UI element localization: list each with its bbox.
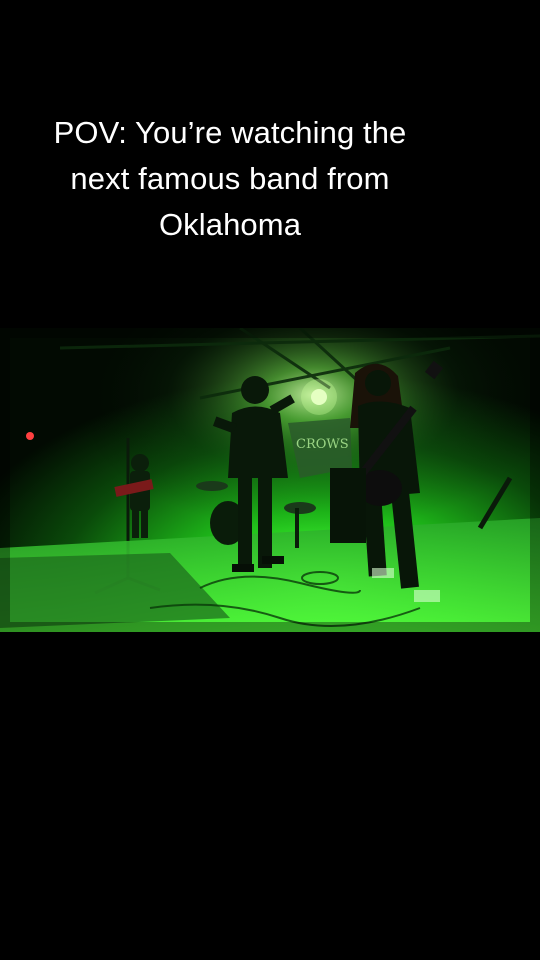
caption-line-3: Oklahoma	[158, 207, 302, 242]
caption-line-2: next famous band from	[70, 161, 390, 196]
caption-line-1: POV: You’re watching the	[53, 115, 407, 150]
svg-text:CROWS: CROWS	[296, 437, 349, 452]
concert-scene-image: CROWS	[0, 328, 540, 632]
caption-overlay: POV: You’re watching the next famous ban…	[0, 110, 460, 248]
video-frame[interactable]: CROWS	[0, 328, 540, 632]
